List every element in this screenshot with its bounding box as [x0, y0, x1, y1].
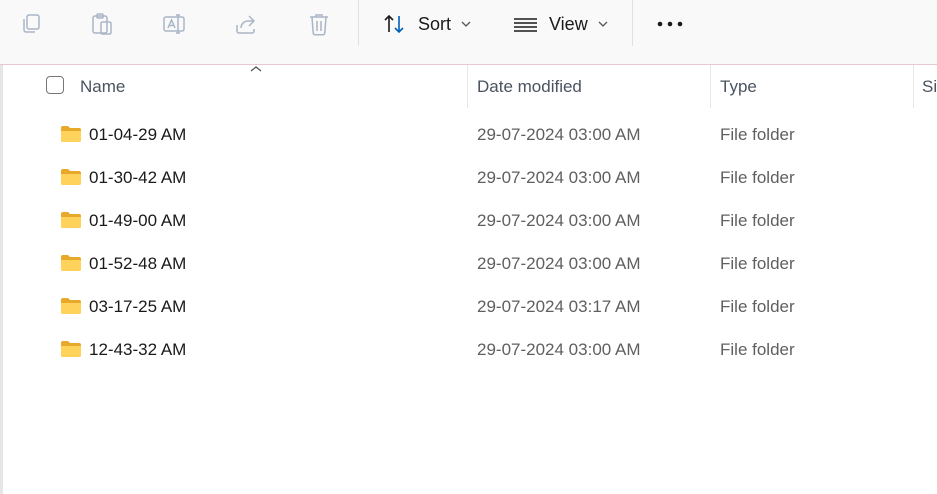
column-divider[interactable]	[467, 65, 468, 108]
view-button[interactable]: View	[513, 8, 608, 40]
column-header-row: Name Date modified Type Si	[3, 65, 937, 108]
list-item[interactable]: 03-17-25 AM 29-07-2024 03:17 AM File fol…	[0, 285, 937, 328]
sort-arrows-icon	[384, 14, 404, 34]
column-divider[interactable]	[710, 65, 711, 108]
chevron-down-icon	[461, 21, 471, 27]
file-name: 01-49-00 AM	[89, 210, 187, 230]
column-header-name[interactable]: Name	[80, 65, 465, 108]
file-type: File folder	[720, 339, 795, 359]
file-date-modified: 29-07-2024 03:00 AM	[477, 339, 641, 359]
toolbar-separator	[632, 0, 633, 46]
file-type: File folder	[720, 210, 795, 230]
rename-button[interactable]	[159, 8, 189, 40]
share-button[interactable]	[231, 8, 261, 40]
file-type: File folder	[720, 124, 795, 144]
select-all-checkbox[interactable]	[46, 76, 64, 94]
file-name: 03-17-25 AM	[89, 296, 187, 316]
paste-icon	[92, 13, 112, 35]
file-type: File folder	[720, 253, 795, 273]
file-type: File folder	[720, 296, 795, 316]
file-date-modified: 29-07-2024 03:00 AM	[477, 167, 641, 187]
list-item[interactable]: 01-52-48 AM 29-07-2024 03:00 AM File fol…	[0, 242, 937, 285]
folder-icon	[61, 126, 81, 142]
file-date-modified: 29-07-2024 03:17 AM	[477, 296, 641, 316]
folder-icon	[61, 298, 81, 314]
copy-icon	[23, 14, 40, 33]
delete-icon	[310, 14, 328, 36]
column-divider[interactable]	[913, 65, 914, 108]
file-type: File folder	[720, 167, 795, 187]
column-header-name-label: Name	[80, 76, 126, 96]
column-header-type-label: Type	[720, 76, 757, 96]
column-header-size-label: Si	[922, 76, 937, 96]
more-options-icon	[657, 21, 683, 27]
share-icon	[236, 15, 256, 34]
more-options-button[interactable]	[655, 8, 685, 40]
file-name: 12-43-32 AM	[89, 339, 187, 359]
list-item[interactable]: 01-49-00 AM 29-07-2024 03:00 AM File fol…	[0, 199, 937, 242]
list-item[interactable]: 01-30-42 AM 29-07-2024 03:00 AM File fol…	[0, 156, 937, 199]
rename-icon	[163, 14, 185, 34]
file-date-modified: 29-07-2024 03:00 AM	[477, 124, 641, 144]
list-item[interactable]: 12-43-32 AM 29-07-2024 03:00 AM File fol…	[0, 328, 937, 371]
folder-icon	[61, 255, 81, 271]
folder-icon	[61, 212, 81, 228]
file-date-modified: 29-07-2024 03:00 AM	[477, 253, 641, 273]
file-name: 01-30-42 AM	[89, 167, 187, 187]
sort-button[interactable]: Sort	[382, 8, 474, 40]
command-bar: Sort View	[0, 0, 937, 65]
file-name: 01-04-29 AM	[89, 124, 187, 144]
chevron-down-icon	[598, 21, 608, 27]
folder-icon	[61, 341, 81, 357]
column-header-size[interactable]: Si	[922, 65, 937, 108]
list-item[interactable]: 01-04-29 AM 29-07-2024 03:00 AM File fol…	[0, 113, 937, 156]
view-label: View	[549, 13, 588, 34]
copy-button[interactable]	[16, 8, 46, 40]
folder-icon	[61, 169, 81, 185]
delete-button[interactable]	[304, 8, 334, 40]
toolbar-separator	[358, 0, 359, 46]
paste-button[interactable]	[87, 8, 117, 40]
file-name: 01-52-48 AM	[89, 253, 187, 273]
file-date-modified: 29-07-2024 03:00 AM	[477, 210, 641, 230]
view-list-icon	[514, 18, 537, 32]
column-header-type[interactable]: Type	[720, 65, 910, 108]
column-header-date-modified[interactable]: Date modified	[477, 65, 707, 108]
sort-label: Sort	[418, 13, 452, 34]
column-header-date-label: Date modified	[477, 76, 582, 96]
